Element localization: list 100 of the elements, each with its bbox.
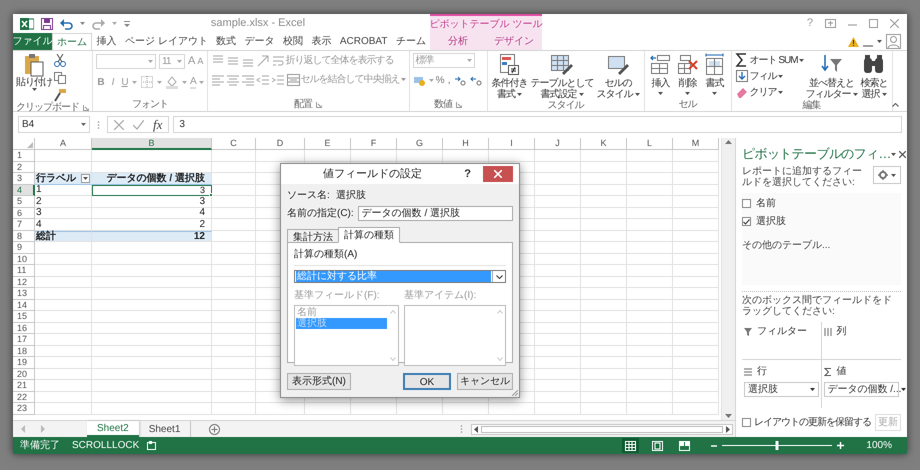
row-header[interactable]: 16	[13, 322, 35, 334]
row-header[interactable]: 17	[13, 334, 35, 346]
column-header[interactable]: B	[92, 138, 212, 150]
undo-icon[interactable]	[60, 18, 73, 30]
tools-button[interactable]	[873, 166, 901, 184]
percent-button[interactable]: %	[436, 73, 444, 88]
row-header[interactable]: 5	[13, 196, 35, 208]
row-header[interactable]: 12	[13, 276, 35, 288]
ribbon-tab[interactable]: 表示	[307, 33, 336, 50]
warning-icon[interactable]	[848, 36, 859, 46]
ribbon-tab[interactable]: ホーム	[52, 33, 92, 50]
row-header[interactable]: 2	[13, 162, 35, 173]
ribbon-button[interactable]: セルの スタイル	[596, 53, 641, 100]
zoom-slider-thumb[interactable]	[776, 441, 779, 450]
dialog-launcher-icon[interactable]	[316, 102, 322, 108]
ribbon-tab[interactable]: 分析	[430, 33, 486, 50]
select-all-icon[interactable]	[27, 142, 33, 148]
fill-handle[interactable]	[209, 193, 213, 197]
row-header[interactable]: 15	[13, 311, 35, 322]
row-header[interactable]: 4	[13, 184, 35, 196]
ribbon-display-icon[interactable]	[825, 19, 836, 28]
align-left-icon[interactable]	[210, 72, 225, 86]
enter-icon[interactable]	[133, 120, 144, 130]
avatar-icon[interactable]	[886, 34, 901, 49]
ribbon-button[interactable]: 書式	[702, 53, 728, 95]
column-header[interactable]: G	[397, 138, 443, 150]
copy-icon[interactable]	[53, 71, 67, 85]
checkbox[interactable]	[742, 199, 751, 208]
column-header[interactable]: K	[581, 138, 627, 150]
ribbon-button[interactable]: オート SUM	[734, 53, 804, 67]
formula-field[interactable]: 3	[173, 116, 902, 133]
scroll-down-icon[interactable]	[497, 357, 503, 361]
row-header[interactable]: 11	[13, 265, 35, 276]
row-header[interactable]: 7	[13, 219, 35, 230]
row-header[interactable]: 22	[13, 392, 35, 403]
dialog-tab[interactable]: 計算の種類	[338, 227, 400, 243]
close-icon[interactable]	[898, 150, 906, 158]
name-box[interactable]: B4	[18, 116, 90, 133]
sheet-tab[interactable]: Sheet2	[87, 421, 139, 437]
row-header[interactable]: 23	[13, 403, 35, 414]
decrease-indent-icon[interactable]	[256, 72, 270, 86]
checkbox[interactable]	[742, 217, 751, 226]
zoom-level[interactable]: 100%	[866, 438, 892, 453]
increase-indent-icon[interactable]	[270, 72, 285, 86]
paste-button[interactable]: 貼り付け	[16, 53, 52, 91]
column-header[interactable]: L	[627, 138, 673, 150]
align-right-icon[interactable]	[240, 72, 255, 86]
checkbox[interactable]	[742, 418, 751, 427]
column-header[interactable]: I	[489, 138, 535, 150]
ribbon-button[interactable]: テーブルとして 書式設定	[530, 53, 595, 100]
column-header[interactable]: F	[351, 138, 397, 150]
font-name-field[interactable]	[96, 54, 156, 69]
dialog-launcher-icon[interactable]	[456, 102, 462, 108]
maximize-icon[interactable]	[869, 19, 878, 28]
row-header[interactable]: 14	[13, 300, 35, 311]
add-sheet-icon[interactable]	[209, 424, 220, 434]
redo-icon[interactable]	[92, 18, 105, 30]
ribbon-button[interactable]: 検索と 選択	[860, 53, 889, 100]
scroll-up-icon[interactable]	[497, 310, 503, 314]
more-tables-link[interactable]: その他のテーブル...	[742, 238, 901, 253]
vertical-scrollbar[interactable]	[721, 138, 735, 420]
insert-function-button[interactable]: fx	[153, 118, 162, 132]
ribbon-button[interactable]: フィル	[734, 69, 804, 83]
ribbon-button[interactable]: 削除	[674, 53, 701, 95]
ribbon-button[interactable]: クリア	[734, 85, 804, 99]
dialog-tab[interactable]: 集計方法	[287, 229, 338, 243]
format-painter-icon[interactable]	[53, 88, 67, 102]
row-header[interactable]: 6	[13, 208, 35, 219]
view-button[interactable]	[622, 438, 640, 453]
scroll-thumb[interactable]	[481, 426, 723, 432]
row-header[interactable]: 9	[13, 242, 35, 254]
ribbon-tab[interactable]: 挿入	[92, 33, 121, 50]
collapse-ribbon-icon[interactable]	[892, 103, 899, 107]
save-icon[interactable]	[41, 18, 53, 30]
macro-record-icon[interactable]	[147, 441, 156, 450]
ribbon-button[interactable]: 並べ替えと フィルター	[804, 53, 859, 100]
fill-color-icon[interactable]	[165, 75, 179, 89]
column-header[interactable]: C	[212, 138, 256, 150]
ribbon-tab[interactable]: ページ レイアウト	[120, 33, 212, 50]
help-button[interactable]: ?	[464, 166, 471, 182]
column-header[interactable]: J	[535, 138, 581, 150]
ribbon-tab[interactable]: ファイル	[13, 33, 52, 50]
field-dropdown[interactable]: 選択肢	[744, 382, 818, 397]
row-header[interactable]: 21	[13, 380, 35, 392]
align-center-icon[interactable]	[226, 72, 240, 86]
decrease-decimal-icon[interactable]	[470, 74, 484, 88]
row-header[interactable]: 20	[13, 368, 35, 380]
borders-icon[interactable]	[140, 75, 154, 89]
name-field[interactable]: データの個数 / 選択肢	[358, 206, 513, 221]
scroll-down-icon[interactable]	[725, 414, 732, 418]
scroll-up-icon[interactable]	[725, 140, 732, 144]
row-header[interactable]: 18	[13, 346, 35, 357]
horizontal-scrollbar[interactable]	[471, 424, 733, 434]
ribbon-tab[interactable]: 数式	[212, 33, 240, 50]
row-header[interactable]: 19	[13, 357, 35, 368]
zoom-in-icon[interactable]	[837, 442, 844, 449]
dialog-button[interactable]: OK	[403, 373, 451, 390]
column-header[interactable]: E	[305, 138, 351, 150]
scroll-left-icon[interactable]	[474, 426, 478, 432]
ribbon-tab[interactable]: デザイン	[486, 33, 542, 50]
